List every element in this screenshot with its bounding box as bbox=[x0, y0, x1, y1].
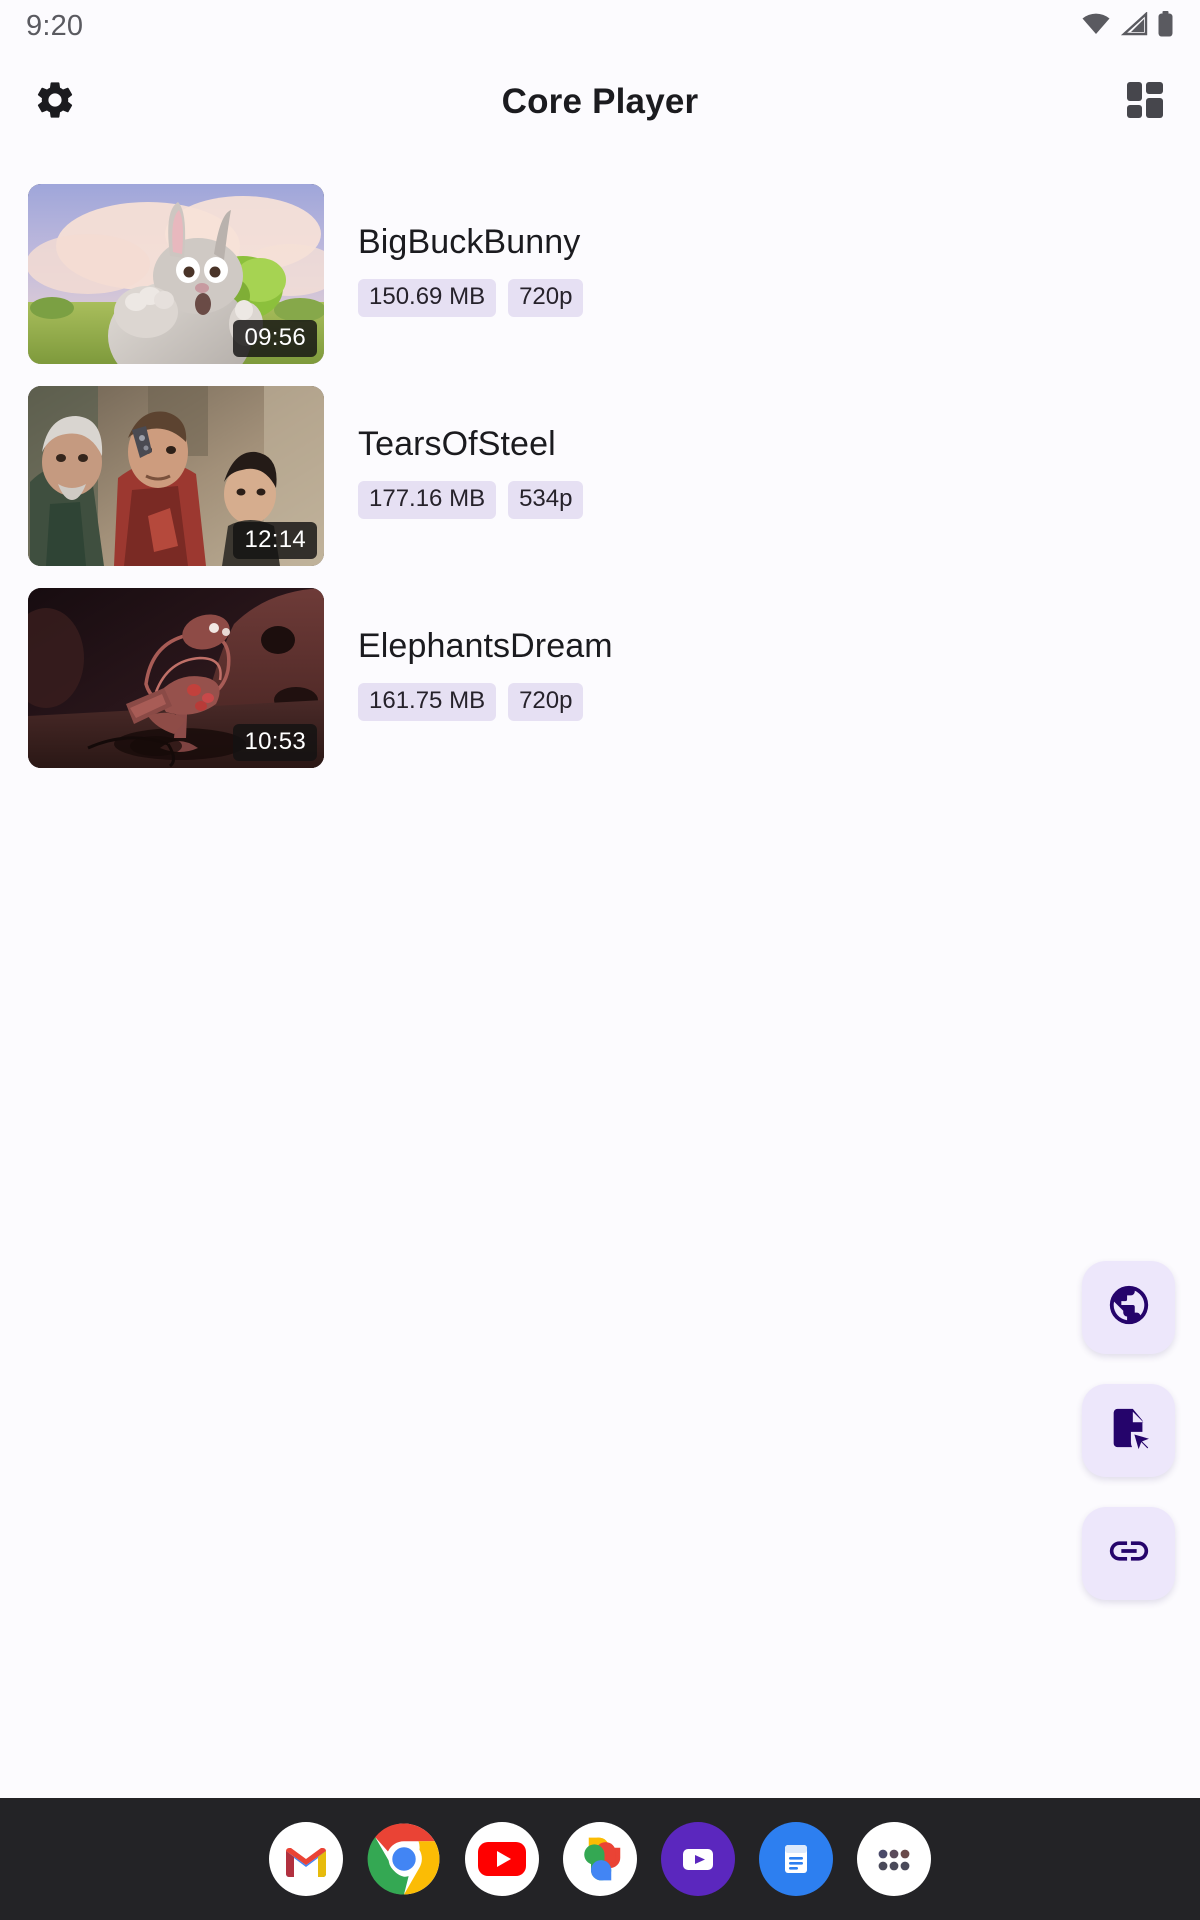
app-drawer-icon[interactable] bbox=[857, 1822, 931, 1896]
video-title: ElephantsDream bbox=[358, 627, 613, 665]
status-bar: 9:20 bbox=[0, 0, 1200, 52]
video-list-item[interactable]: 10:53 ElephantsDream 161.75 MB 720p bbox=[0, 588, 1200, 768]
grid-view-icon bbox=[1125, 80, 1165, 125]
video-list: 09:56 BigBuckBunny 150.69 MB 720p 12:14 … bbox=[0, 152, 1200, 768]
video-thumbnail[interactable]: 12:14 bbox=[28, 386, 324, 566]
open-link-fab[interactable] bbox=[1082, 1507, 1175, 1600]
status-bar-icons bbox=[1081, 10, 1174, 42]
video-title: BigBuckBunny bbox=[358, 223, 581, 261]
video-size-chip: 177.16 MB bbox=[358, 480, 497, 520]
open-file-fab[interactable] bbox=[1082, 1384, 1175, 1477]
video-duration: 09:56 bbox=[233, 320, 317, 357]
video-list-item[interactable]: 12:14 TearsOfSteel 177.16 MB 534p bbox=[0, 386, 1200, 566]
page-title: Core Player bbox=[501, 82, 699, 121]
cellular-signal-icon bbox=[1120, 10, 1148, 41]
video-chip-row: 150.69 MB 720p bbox=[358, 278, 584, 318]
video-chip-row: 161.75 MB 720p bbox=[358, 682, 613, 722]
gear-icon bbox=[33, 78, 77, 127]
gmail-app-icon[interactable] bbox=[269, 1822, 343, 1896]
video-thumbnail[interactable]: 10:53 bbox=[28, 588, 324, 768]
open-network-stream-fab[interactable] bbox=[1082, 1261, 1175, 1354]
chrome-app-icon[interactable] bbox=[367, 1822, 441, 1896]
app-bar: Core Player bbox=[0, 52, 1200, 152]
grid-view-button[interactable] bbox=[1114, 71, 1176, 133]
settings-button[interactable] bbox=[24, 71, 86, 133]
google-photos-app-icon[interactable] bbox=[563, 1822, 637, 1896]
video-list-item[interactable]: 09:56 BigBuckBunny 150.69 MB 720p bbox=[0, 184, 1200, 364]
video-size-chip: 150.69 MB bbox=[358, 278, 497, 318]
video-thumbnail[interactable]: 09:56 bbox=[28, 184, 324, 364]
video-title: TearsOfSteel bbox=[358, 425, 556, 463]
docs-app-icon[interactable] bbox=[759, 1822, 833, 1896]
youtube-app-icon[interactable] bbox=[465, 1822, 539, 1896]
video-resolution-chip: 720p bbox=[508, 278, 584, 318]
video-duration: 10:53 bbox=[233, 724, 317, 761]
video-resolution-chip: 720p bbox=[508, 682, 584, 722]
video-size-chip: 161.75 MB bbox=[358, 682, 497, 722]
video-details: BigBuckBunny 150.69 MB 720p bbox=[324, 184, 584, 318]
bottom-dock bbox=[0, 1798, 1200, 1920]
wifi-icon bbox=[1081, 12, 1111, 41]
link-icon bbox=[1106, 1528, 1152, 1579]
fab-stack bbox=[1082, 1261, 1175, 1600]
video-details: TearsOfSteel 177.16 MB 534p bbox=[324, 386, 584, 520]
video-details: ElephantsDream 161.75 MB 720p bbox=[324, 588, 613, 722]
battery-icon bbox=[1157, 10, 1174, 42]
file-open-icon bbox=[1106, 1405, 1152, 1456]
video-player-app-icon[interactable] bbox=[661, 1822, 735, 1896]
video-duration: 12:14 bbox=[233, 522, 317, 559]
globe-icon bbox=[1106, 1282, 1152, 1333]
status-bar-time: 9:20 bbox=[26, 9, 84, 42]
video-chip-row: 177.16 MB 534p bbox=[358, 480, 584, 520]
video-resolution-chip: 534p bbox=[508, 480, 584, 520]
